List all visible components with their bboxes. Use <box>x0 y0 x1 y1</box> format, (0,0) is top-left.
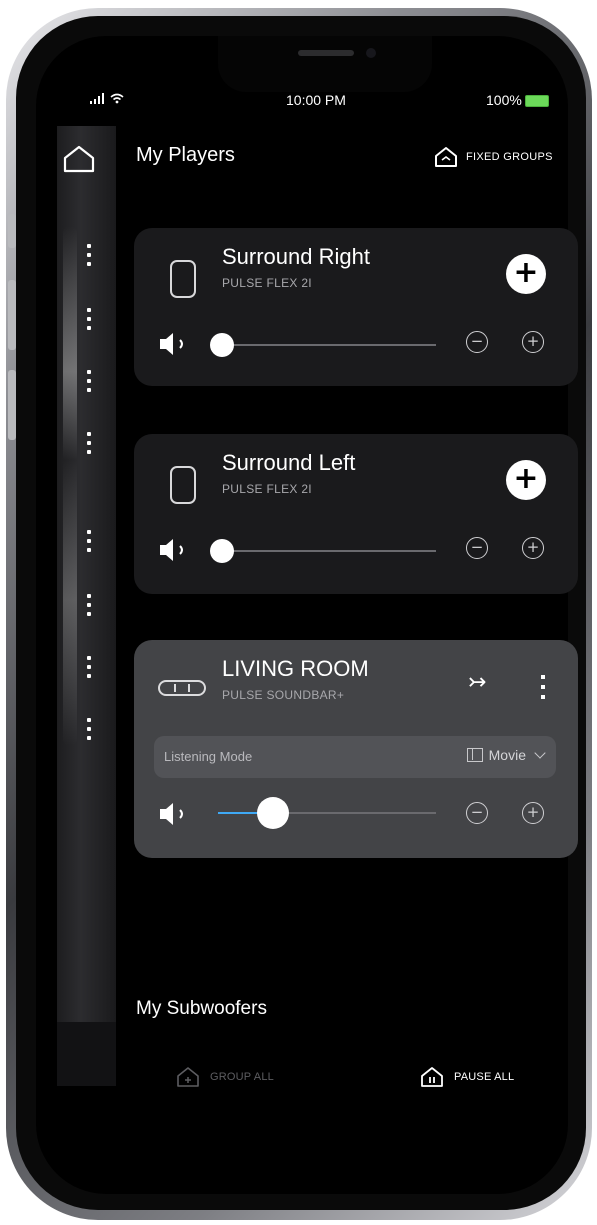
volume-up-button[interactable]: + <box>522 802 544 824</box>
group-all-button[interactable]: GROUP ALL <box>176 1066 274 1088</box>
chevron-down-icon <box>534 747 546 759</box>
add-to-group-button[interactable]: + <box>506 460 546 500</box>
subwoofers-title: My Subwoofers <box>136 998 267 1019</box>
player-model: PULSE SOUNDBAR+ <box>222 688 345 702</box>
earpiece-speaker <box>298 50 354 56</box>
volume-slider[interactable] <box>210 333 436 357</box>
pause-all-label: PAUSE ALL <box>454 1071 515 1083</box>
speaker-device-icon <box>170 260 196 298</box>
status-time: 10:00 PM <box>286 92 346 108</box>
more-icon[interactable] <box>84 718 94 740</box>
more-icon[interactable] <box>84 530 94 552</box>
more-icon[interactable] <box>538 674 548 700</box>
player-name: Surround Right <box>222 244 370 269</box>
home-icon[interactable] <box>62 144 96 174</box>
volume-up-button[interactable]: + <box>522 537 544 559</box>
more-icon[interactable] <box>84 308 94 330</box>
fixed-groups-label: FIXED GROUPS <box>466 151 553 163</box>
notch <box>218 36 432 92</box>
listening-mode-current: Movie <box>488 747 526 763</box>
player-model: PULSE FLEX 2I <box>222 276 312 290</box>
player-name: Surround Left <box>222 450 356 475</box>
volume-down-button <box>8 370 16 440</box>
front-camera <box>366 48 376 58</box>
player-card-active[interactable]: LIVING ROOM PULSE SOUNDBAR+ ↣ Listening … <box>134 640 578 858</box>
player-card[interactable]: Surround Right PULSE FLEX 2I + − + <box>134 228 578 386</box>
volume-down-button[interactable]: − <box>466 802 488 824</box>
speaker-icon[interactable] <box>158 800 194 828</box>
more-icon[interactable] <box>84 244 94 266</box>
listening-mode-value[interactable]: Movie <box>466 747 546 763</box>
house-icon <box>435 147 457 167</box>
battery-percentage: 100% <box>486 92 522 108</box>
mute-switch <box>8 214 16 248</box>
volume-knob[interactable] <box>210 539 234 563</box>
add-to-group-button[interactable]: + <box>506 254 546 294</box>
volume-knob[interactable] <box>257 797 289 829</box>
player-card[interactable]: Surround Left PULSE FLEX 2I + − + <box>134 434 578 594</box>
volume-slider[interactable] <box>210 539 436 563</box>
more-icon[interactable] <box>84 370 94 392</box>
soundbar-icon <box>158 680 206 696</box>
status-battery: 100% <box>486 92 549 108</box>
volume-knob[interactable] <box>210 333 234 357</box>
drawer-handle[interactable] <box>63 226 77 746</box>
page-title: My Players <box>136 144 235 166</box>
volume-down-button[interactable]: − <box>466 331 488 353</box>
speaker-device-icon <box>170 466 196 504</box>
volume-slider[interactable] <box>218 797 436 829</box>
volume-up-button <box>8 280 16 350</box>
volume-up-button[interactable]: + <box>522 331 544 353</box>
signal-icon <box>90 92 124 104</box>
wifi-icon <box>110 93 124 104</box>
more-icon[interactable] <box>84 432 94 454</box>
more-icon[interactable] <box>84 594 94 616</box>
house-plus-icon <box>177 1067 199 1087</box>
speaker-icon[interactable] <box>158 536 194 564</box>
battery-icon <box>524 95 549 108</box>
speaker-icon[interactable] <box>158 330 194 358</box>
player-name: LIVING ROOM <box>222 656 369 681</box>
film-icon <box>466 748 483 762</box>
player-model: PULSE FLEX 2I <box>222 482 312 496</box>
group-all-label: GROUP ALL <box>210 1071 274 1083</box>
pause-all-button[interactable]: PAUSE ALL <box>420 1066 514 1088</box>
volume-down-button[interactable]: − <box>466 537 488 559</box>
listening-mode-selector[interactable]: Listening Mode Movie <box>154 736 556 778</box>
group-arrow-icon[interactable]: ↣ <box>468 670 486 695</box>
more-icon[interactable] <box>84 656 94 678</box>
listening-mode-label: Listening Mode <box>164 749 253 764</box>
house-pause-icon <box>421 1067 443 1087</box>
drawer-footer <box>57 1022 116 1086</box>
fixed-groups-button[interactable]: FIXED GROUPS <box>434 146 553 168</box>
